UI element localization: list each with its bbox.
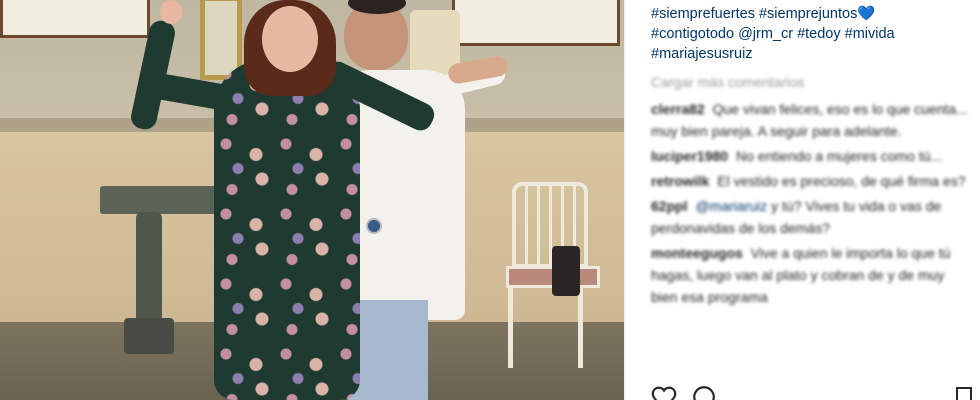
caption-hashtags[interactable]: #mariajesusruiz (651, 44, 971, 64)
post-photo[interactable] (0, 0, 624, 400)
comment: 62ppl @mariaruiz y tú? Vives tu vida o v… (651, 195, 973, 239)
comment-username[interactable]: 62ppl (651, 198, 688, 214)
picture-frame-right (452, 0, 620, 46)
bookmark-icon[interactable] (955, 386, 973, 400)
comment-username[interactable]: clerra82 (651, 101, 705, 117)
load-more-comments[interactable]: Cargar más comentarios (651, 74, 804, 90)
comments-panel: #siemprefuertes #siemprejuntos💙 #contigo… (624, 0, 980, 400)
comment: luciper1980 No entiendo a mujeres como t… (651, 145, 973, 167)
post-caption: #siemprefuertes #siemprejuntos💙 #contigo… (651, 4, 971, 64)
heart-outline-icon[interactable] (651, 384, 677, 400)
man-jeans (348, 300, 428, 400)
comment-username[interactable]: luciper1980 (651, 148, 728, 164)
blue-heart-icon: 💙 (857, 6, 876, 22)
chair-leg (578, 288, 583, 368)
comment-mention[interactable]: @mariaruiz (695, 198, 767, 214)
wristwatch (366, 218, 382, 234)
comment-text: El vestido es precioso, de qué firma es? (717, 173, 966, 189)
comment-list: clerra82 Que vivan felices, eso es lo qu… (651, 98, 973, 311)
woman-face (262, 6, 318, 72)
speech-bubble-icon[interactable] (691, 384, 717, 400)
comment-text: No entiendo a mujeres como tú... (735, 148, 943, 164)
chair-leg (508, 288, 513, 368)
post-actions (651, 384, 717, 400)
comment-username[interactable]: monteegugos (651, 245, 743, 261)
caption-hashtags[interactable]: #contigotodo @jrm_cr #tedoy #mivida (651, 24, 971, 44)
picture-frame-left (0, 0, 150, 38)
caption-hashtags[interactable]: #siemprefuertes #siemprejuntos (651, 6, 857, 22)
comment: retrowilk El vestido es precioso, de qué… (651, 170, 973, 192)
comment: monteegugos Vive a quien le importa lo q… (651, 242, 973, 308)
table-leg (136, 212, 162, 332)
table-base (124, 318, 174, 354)
floral-dress (214, 60, 360, 400)
raised-hand (160, 0, 182, 24)
comment: clerra82 Que vivan felices, eso es lo qu… (651, 98, 973, 142)
handbag (552, 246, 580, 296)
comment-username[interactable]: retrowilk (651, 173, 709, 189)
